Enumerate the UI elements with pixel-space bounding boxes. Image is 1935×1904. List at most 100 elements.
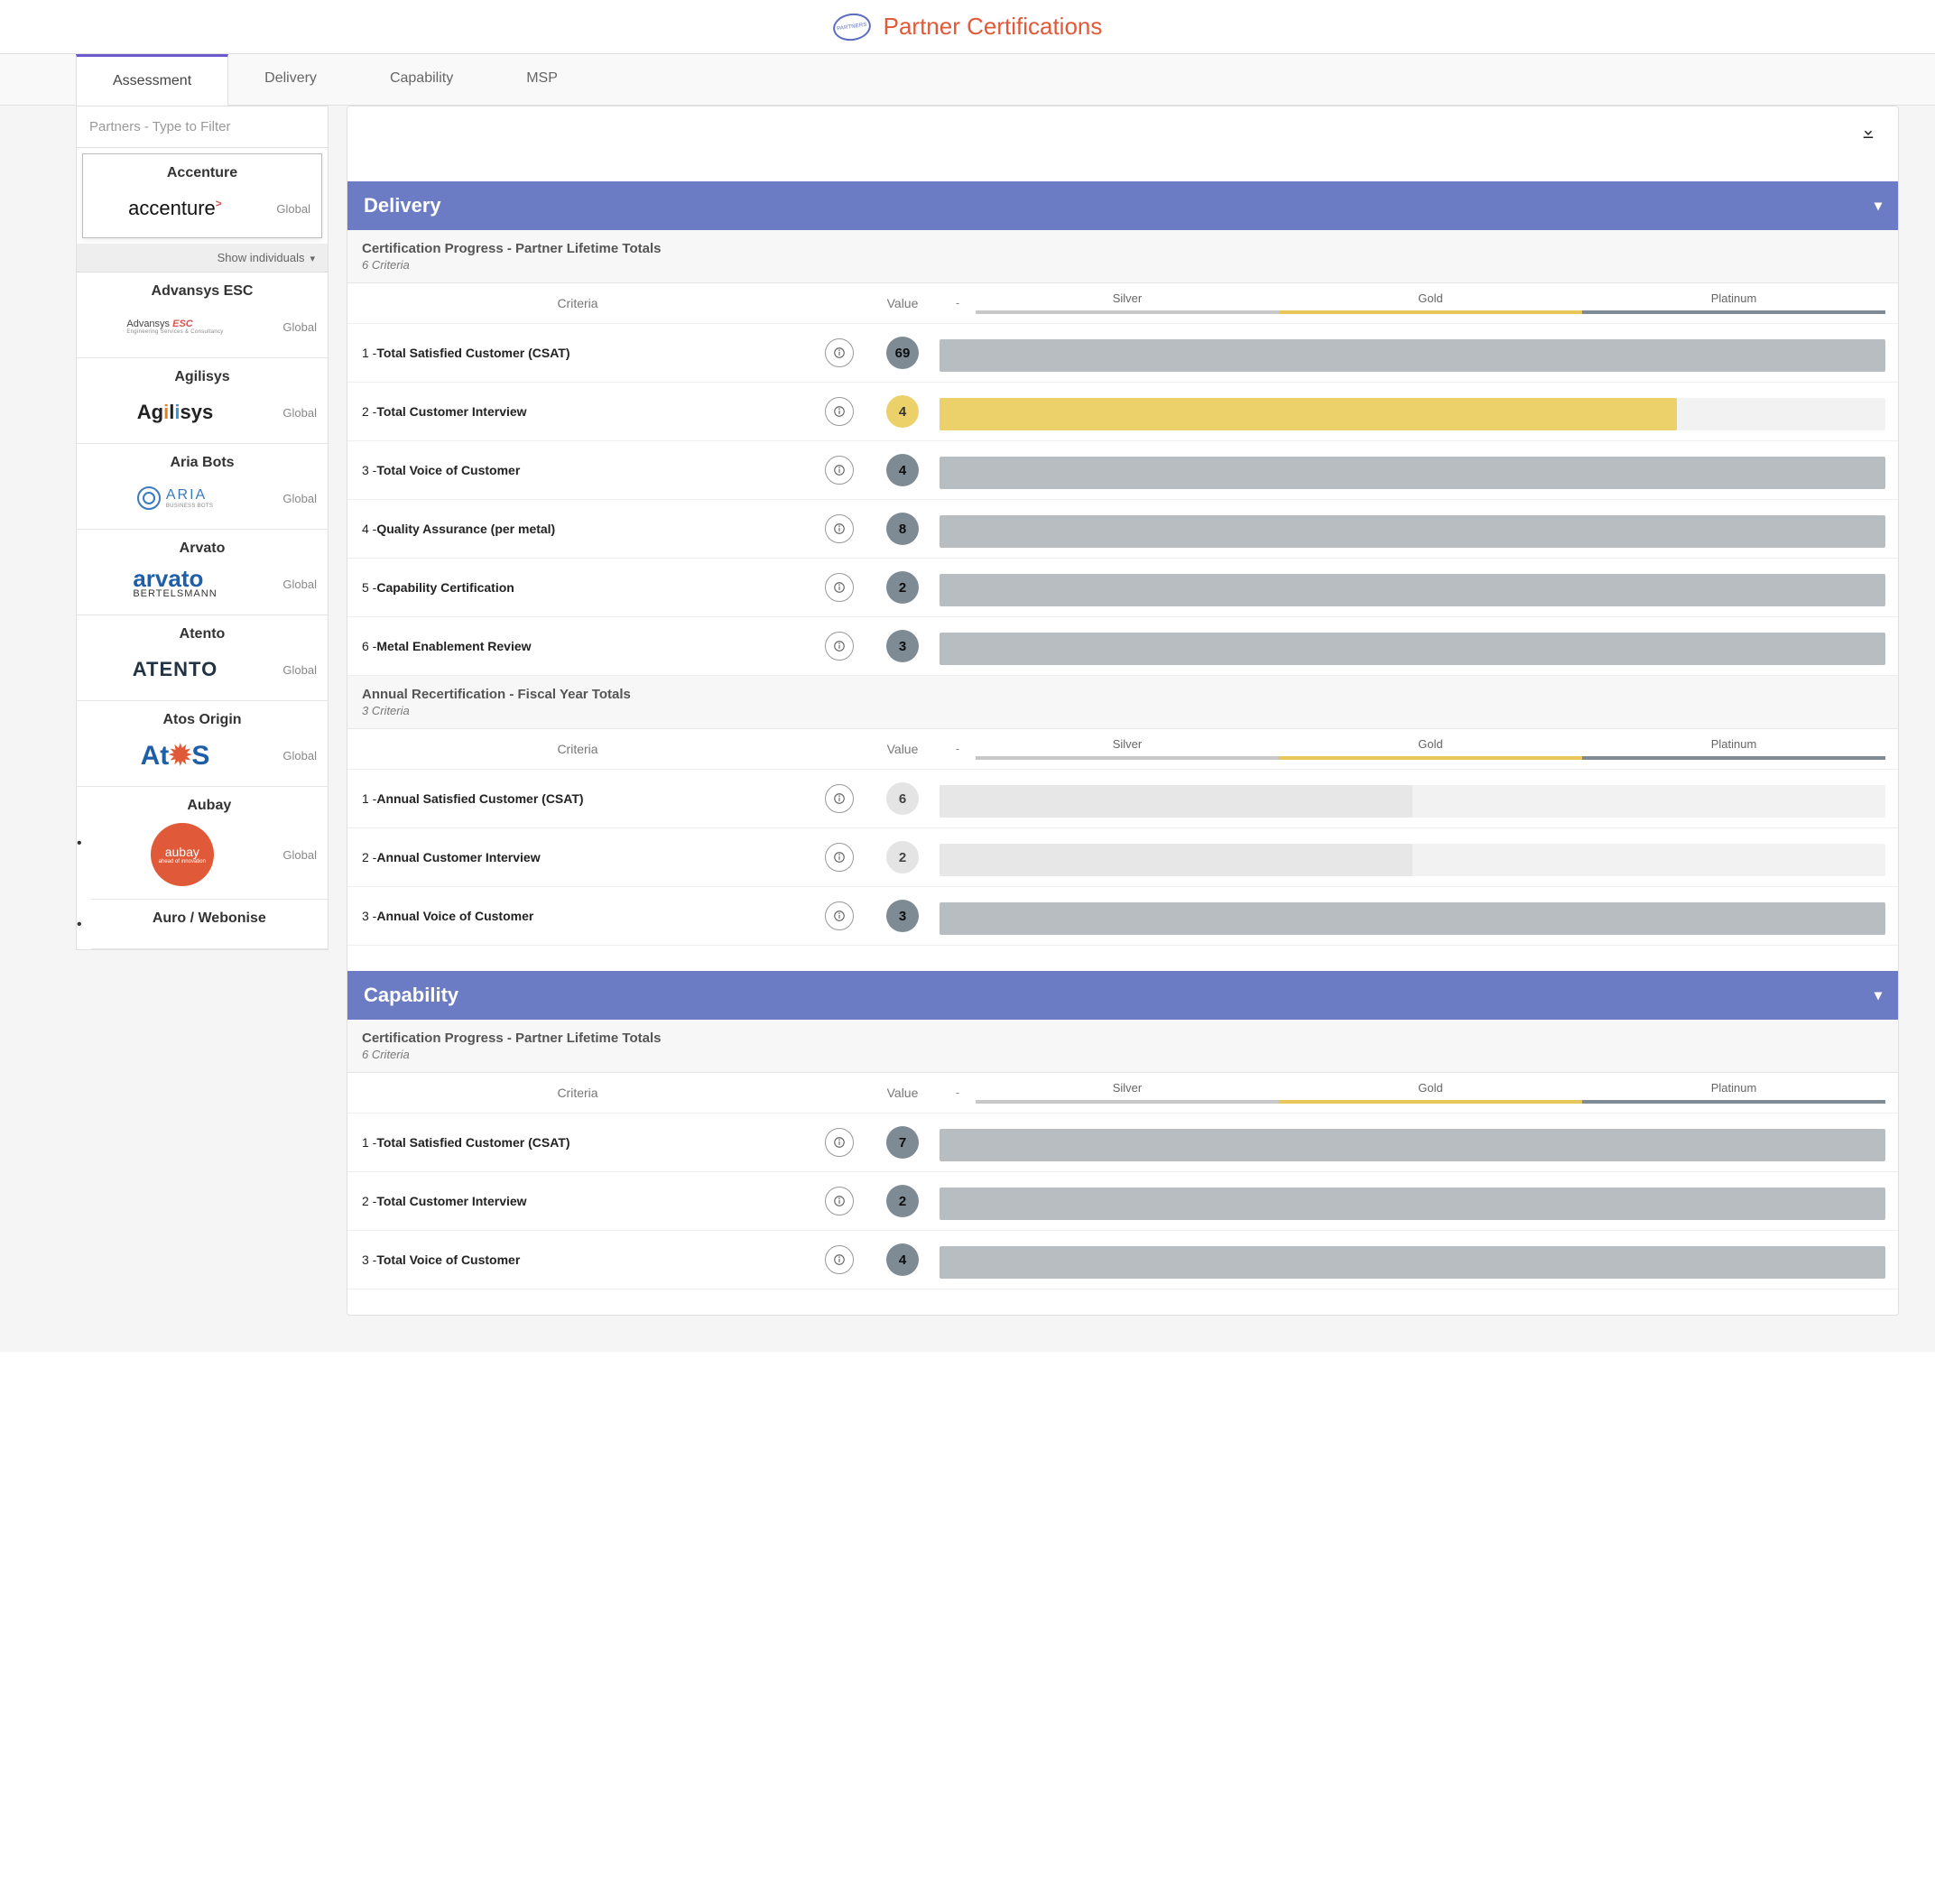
- criteria-row: 3 -Total Voice of Customer4: [347, 1231, 1898, 1289]
- partner-scope: Global: [263, 663, 317, 677]
- section-title: Delivery: [364, 194, 441, 217]
- partner-logo: Agilisys: [88, 394, 263, 430]
- criteria-name: 6 -Metal Enablement Review: [347, 626, 808, 666]
- criteria-row: 6 -Metal Enablement Review 3: [347, 617, 1898, 676]
- partner-scope: Global: [263, 578, 317, 591]
- value-badge: 4: [886, 454, 919, 486]
- value-badge: 3: [886, 900, 919, 932]
- partner-item[interactable]: Aubayaubayahead of innovationGlobal: [91, 787, 328, 900]
- partner-item[interactable]: Auro / Webonise: [91, 900, 328, 949]
- tab-delivery[interactable]: Delivery: [228, 54, 354, 105]
- partner-name: Advansys ESC: [88, 283, 317, 300]
- partner-filter-input[interactable]: [77, 106, 328, 148]
- tab-capability[interactable]: Capability: [354, 54, 490, 105]
- section-header-delivery[interactable]: Delivery ▾: [347, 181, 1898, 230]
- partner-item[interactable]: Atos OriginAt✹SGlobal: [77, 701, 328, 787]
- partner-name: Arvato: [88, 541, 317, 557]
- tier-label: Platinum: [1582, 291, 1885, 314]
- partner-item[interactable]: Aria BotsARIABUSINESS BOTSGlobal: [77, 444, 328, 530]
- info-icon[interactable]: [825, 901, 854, 930]
- criteria-name: 2 -Total Customer Interview: [347, 1181, 808, 1221]
- criteria-name: 1 -Annual Satisfied Customer (CSAT): [347, 779, 808, 818]
- info-icon[interactable]: [825, 1245, 854, 1274]
- chevron-down-icon: ▾: [1875, 986, 1882, 1004]
- criteria-row: 4 -Quality Assurance (per metal)8: [347, 500, 1898, 559]
- tier-label: Platinum: [1582, 1081, 1885, 1104]
- criteria-table-header: CriteriaValue-SilverGoldPlatinum: [347, 283, 1898, 324]
- partner-scope: Global: [263, 406, 317, 420]
- criteria-row: 1 -Annual Satisfied Customer (CSAT) 6: [347, 770, 1898, 828]
- main-panel: Delivery ▾ Certification Progress - Partne…: [347, 106, 1899, 1316]
- info-icon[interactable]: [825, 1128, 854, 1157]
- criteria-row: 2 -Total Customer Interview 4: [347, 383, 1898, 441]
- info-icon[interactable]: [825, 1187, 854, 1215]
- partner-item[interactable]: Advansys ESCAdvansys ESCEngineering Serv…: [77, 273, 328, 358]
- value-badge: 69: [886, 337, 919, 369]
- progress-bar: [940, 633, 1885, 665]
- partner-item[interactable]: Arvato arvatoBERTELSMANNGlobal: [77, 530, 328, 615]
- partner-item[interactable]: AtentoATENTOGlobal: [77, 615, 328, 701]
- logo-badge: PARTNERS: [831, 11, 873, 43]
- info-icon[interactable]: [825, 338, 854, 367]
- criteria-row: 2 -Total Customer Interview2: [347, 1172, 1898, 1231]
- info-icon[interactable]: [825, 573, 854, 602]
- partner-name: Auro / Webonise: [102, 910, 317, 927]
- partner-name: Atos Origin: [88, 712, 317, 728]
- criteria-table-header: CriteriaValue-SilverGoldPlatinum: [347, 729, 1898, 770]
- value-badge: 2: [886, 841, 919, 873]
- value-badge: 6: [886, 782, 919, 815]
- criteria-name: 2 -Total Customer Interview: [347, 392, 808, 431]
- value-badge: 3: [886, 630, 919, 662]
- group-header: Certification Progress - Partner Lifetim…: [347, 230, 1898, 283]
- criteria-row: 1 -Total Satisfied Customer (CSAT)69: [347, 324, 1898, 383]
- tier-label: Gold: [1279, 737, 1582, 760]
- tab-assessment[interactable]: Assessment: [76, 54, 228, 106]
- criteria-name: 2 -Annual Customer Interview: [347, 837, 808, 877]
- tier-label: Silver: [976, 737, 1279, 760]
- info-icon[interactable]: [825, 456, 854, 485]
- download-icon[interactable]: [1860, 125, 1876, 145]
- group-title: Annual Recertification - Fiscal Year Tot…: [362, 687, 1884, 702]
- chevron-down-icon: ▾: [310, 254, 315, 264]
- chevron-down-icon: ▾: [1875, 197, 1882, 215]
- value-badge: 4: [886, 1243, 919, 1276]
- criteria-row: 2 -Annual Customer Interview 2: [347, 828, 1898, 887]
- partner-item[interactable]: AgilisysAgilisysGlobal: [77, 358, 328, 444]
- tier-label: Silver: [976, 1081, 1279, 1104]
- partner-scope: Global: [263, 749, 317, 763]
- progress-bar: [940, 574, 1885, 606]
- info-icon[interactable]: [825, 397, 854, 426]
- partner-scope: Global: [263, 848, 317, 862]
- value-badge: 2: [886, 571, 919, 604]
- group-header: Certification Progress - Partner Lifetim…: [347, 1020, 1898, 1073]
- criteria-row: 3 -Total Voice of Customer 4: [347, 441, 1898, 500]
- partner-scope: Global: [256, 202, 310, 216]
- partner-name: Aubay: [102, 798, 317, 814]
- tier-label: Silver: [976, 291, 1279, 314]
- value-badge: 4: [886, 395, 919, 428]
- tab-msp[interactable]: MSP: [490, 54, 595, 105]
- info-icon[interactable]: [825, 843, 854, 872]
- partner-name: Atento: [88, 626, 317, 642]
- group-subtitle: 6 Criteria: [362, 1048, 1884, 1061]
- info-icon[interactable]: [825, 514, 854, 543]
- value-badge: 8: [886, 513, 919, 545]
- partner-scope: Global: [263, 320, 317, 334]
- partner-logo: arvatoBERTELSMANN: [88, 566, 263, 602]
- partner-item[interactable]: Accentureaccenture>Global: [82, 153, 322, 238]
- value-badge: 7: [886, 1126, 919, 1159]
- criteria-row: 5 -Capability Certification 2: [347, 559, 1898, 617]
- progress-bar: [940, 339, 1885, 372]
- info-icon[interactable]: [825, 784, 854, 813]
- progress-bar: [940, 457, 1885, 489]
- info-icon[interactable]: [825, 632, 854, 661]
- progress-bar: [940, 1188, 1885, 1220]
- show-individuals-toggle[interactable]: Show individuals▾: [77, 244, 328, 273]
- partner-name: Aria Bots: [88, 455, 317, 471]
- partners-sidebar: Accentureaccenture>Global Show individual…: [76, 106, 329, 950]
- tier-label: Gold: [1279, 1081, 1582, 1104]
- criteria-name: 5 -Capability Certification: [347, 568, 808, 607]
- progress-bar: [940, 398, 1885, 430]
- section-header-capability[interactable]: Capability▾: [347, 971, 1898, 1020]
- criteria-name: 3 -Total Voice of Customer: [347, 450, 808, 490]
